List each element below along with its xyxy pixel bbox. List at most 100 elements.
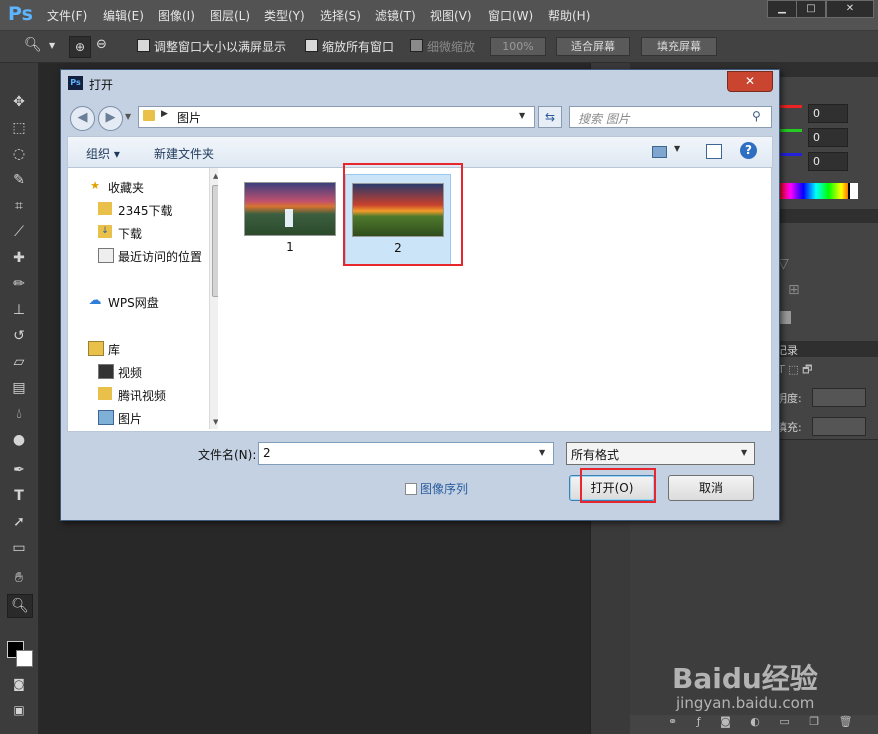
view-dropdown-icon[interactable]: ▼ <box>674 144 680 153</box>
fit-screen-button[interactable]: 适合屏幕 <box>556 37 630 56</box>
move-tool-icon[interactable]: ✥ <box>7 91 31 113</box>
breadcrumb-arrow-icon[interactable]: ▶ <box>161 109 168 119</box>
menu-filter[interactable]: 滤镜(T) <box>375 7 416 24</box>
quick-mask-icon[interactable]: ◙ <box>7 673 31 695</box>
stamp-tool-icon[interactable]: ⊥ <box>7 299 31 321</box>
history-brush-icon[interactable]: ↺ <box>7 325 31 347</box>
menu-view[interactable]: 视图(V) <box>430 7 472 24</box>
nav-wps-cloud[interactable]: ☁ WPS网盘 <box>68 291 200 313</box>
menu-type[interactable]: 类型(Y) <box>264 7 305 24</box>
brush-tool-icon[interactable]: ✏ <box>7 273 31 295</box>
nav-downloads[interactable]: ↓ 下载 <box>68 222 200 244</box>
recent-pages-chevron-icon[interactable]: ▼ <box>125 112 131 121</box>
zoom-tool-icon[interactable]: 🔍︎ <box>24 37 42 53</box>
refresh-icon[interactable]: ⇆ <box>538 106 562 128</box>
filetype-select[interactable]: 所有格式 ▼ <box>566 442 755 465</box>
path-select-tool-icon[interactable]: ➚ <box>7 511 31 533</box>
layer-filter-icons[interactable]: T ⬚ 🗗︎ <box>778 361 812 380</box>
forward-arrow-icon[interactable]: ▶ <box>98 106 123 131</box>
crop-tool-icon[interactable]: ⌗ <box>7 195 31 217</box>
layers-footer-icons[interactable]: ⚭ ƒ ◙ ◐ ▭ ❐ 🗑︎ <box>668 715 861 728</box>
zoom-100-button[interactable]: 100% <box>490 37 546 56</box>
opacity-dropdown[interactable] <box>812 388 866 407</box>
nav-videos[interactable]: 视频 <box>68 361 200 383</box>
red-slider[interactable] <box>778 105 802 108</box>
marquee-tool-icon[interactable]: ⬚ <box>7 117 31 139</box>
preview-pane-icon[interactable] <box>706 144 722 159</box>
zoom-tool-active-icon[interactable]: 🔍︎ <box>7 594 33 618</box>
nav-2345-download[interactable]: 2345下载 <box>68 199 200 221</box>
minimize-button[interactable]: ▁ <box>767 0 797 18</box>
grid-icon[interactable]: ⊞ <box>788 282 800 298</box>
blue-slider[interactable] <box>778 153 802 156</box>
screen-mode-icon[interactable]: ▣ <box>7 699 31 721</box>
cancel-button[interactable]: 取消 <box>668 475 754 501</box>
eyedropper-tool-icon[interactable]: ⟋ <box>7 221 31 243</box>
chevron-down-icon[interactable]: ▼ <box>49 41 55 50</box>
menu-file[interactable]: 文件(F) <box>47 7 87 24</box>
new-folder-button[interactable]: 新建文件夹 <box>154 145 214 162</box>
filetype-dropdown-icon[interactable]: ▼ <box>741 448 747 457</box>
breadcrumb-pictures[interactable]: 图片 <box>177 109 201 126</box>
type-tool-icon[interactable]: T <box>7 485 31 507</box>
zoom-all-checkbox[interactable] <box>305 39 318 52</box>
search-icon[interactable]: ⚲ <box>752 109 761 123</box>
file-name-1: 1 <box>286 240 294 254</box>
blue-value[interactable]: 0 <box>808 152 848 171</box>
menu-edit[interactable]: 编辑(E) <box>103 7 144 24</box>
healing-brush-icon[interactable]: ✚ <box>7 247 31 269</box>
nav-libraries[interactable]: 库 <box>68 338 200 360</box>
red-value[interactable]: 0 <box>808 104 848 123</box>
gradient-tool-icon[interactable]: ▤ <box>7 377 31 399</box>
shape-tool-icon[interactable]: ▭ <box>7 537 31 559</box>
menu-image[interactable]: 图像(I) <box>158 7 195 24</box>
color-ramp[interactable] <box>778 183 854 199</box>
color-ramp-bw[interactable] <box>848 183 858 199</box>
filename-dropdown-icon[interactable]: ▼ <box>539 448 545 457</box>
background-color-swatch[interactable] <box>16 650 33 667</box>
address-dropdown-icon[interactable]: ▼ <box>519 111 525 120</box>
menu-help[interactable]: 帮助(H) <box>548 7 590 24</box>
green-slider[interactable] <box>778 129 802 132</box>
menu-window[interactable]: 窗口(W) <box>488 7 533 24</box>
scrubby-zoom-checkbox[interactable] <box>410 39 423 52</box>
organize-button[interactable]: 组织 ▾ <box>86 145 120 162</box>
fill-dropdown[interactable] <box>812 417 866 436</box>
waterfall-shape <box>285 209 293 227</box>
search-input[interactable]: 搜索 图片 ⚲ <box>569 106 772 128</box>
menu-bar: Ps 文件(F) 编辑(E) 图像(I) 图层(L) 类型(Y) 选择(S) 滤… <box>0 0 878 31</box>
nav-tencent-video[interactable]: 腾讯视频 <box>68 384 200 406</box>
maximize-button[interactable]: □ <box>796 0 826 18</box>
lasso-tool-icon[interactable]: ◌ <box>7 143 31 165</box>
dialog-close-button[interactable]: ✕ <box>727 71 773 92</box>
baidu-watermark-url: jingyan.baidu.com <box>676 694 815 712</box>
nav-recent-places[interactable]: 最近访问的位置 <box>68 245 202 267</box>
view-mode-icon[interactable] <box>652 146 667 158</box>
eraser-tool-icon[interactable]: ▱ <box>7 351 31 373</box>
menu-select[interactable]: 选择(S) <box>320 7 361 24</box>
help-icon[interactable]: ? <box>740 142 757 159</box>
blur-tool-icon[interactable]: 💧︎ <box>7 403 31 425</box>
image-sequence-label[interactable]: 图像序列 <box>420 480 468 497</box>
pen-tool-icon[interactable]: ✒ <box>7 459 31 481</box>
filename-field[interactable]: ▼ <box>258 442 554 465</box>
zoom-out-icon[interactable]: ⊖ <box>96 37 107 52</box>
address-bar[interactable]: ▶ 图片 ▼ <box>138 106 535 128</box>
green-value[interactable]: 0 <box>808 128 848 147</box>
nav-favorites[interactable]: ★ 收藏夹 <box>68 176 200 198</box>
resize-windows-checkbox[interactable] <box>137 39 150 52</box>
menu-layer[interactable]: 图层(L) <box>210 7 250 24</box>
nav-pictures[interactable]: 图片 <box>68 407 200 429</box>
image-sequence-checkbox[interactable] <box>405 483 417 495</box>
close-app-button[interactable]: ✕ <box>826 0 874 18</box>
download-folder-icon: ↓ <box>98 225 112 238</box>
dodge-tool-icon[interactable]: ● <box>7 429 31 451</box>
file-item-1[interactable]: 1 <box>238 174 342 264</box>
fill-screen-button[interactable]: 填充屏幕 <box>641 37 717 56</box>
filename-input[interactable] <box>259 443 533 462</box>
hand-tool-icon[interactable]: ✋︎ <box>7 567 31 589</box>
quick-select-tool-icon[interactable]: ✎ <box>7 169 31 191</box>
search-placeholder: 搜索 图片 <box>578 112 630 126</box>
zoom-in-icon[interactable]: ⊕ <box>69 36 91 58</box>
back-arrow-icon[interactable]: ◀ <box>70 106 95 131</box>
